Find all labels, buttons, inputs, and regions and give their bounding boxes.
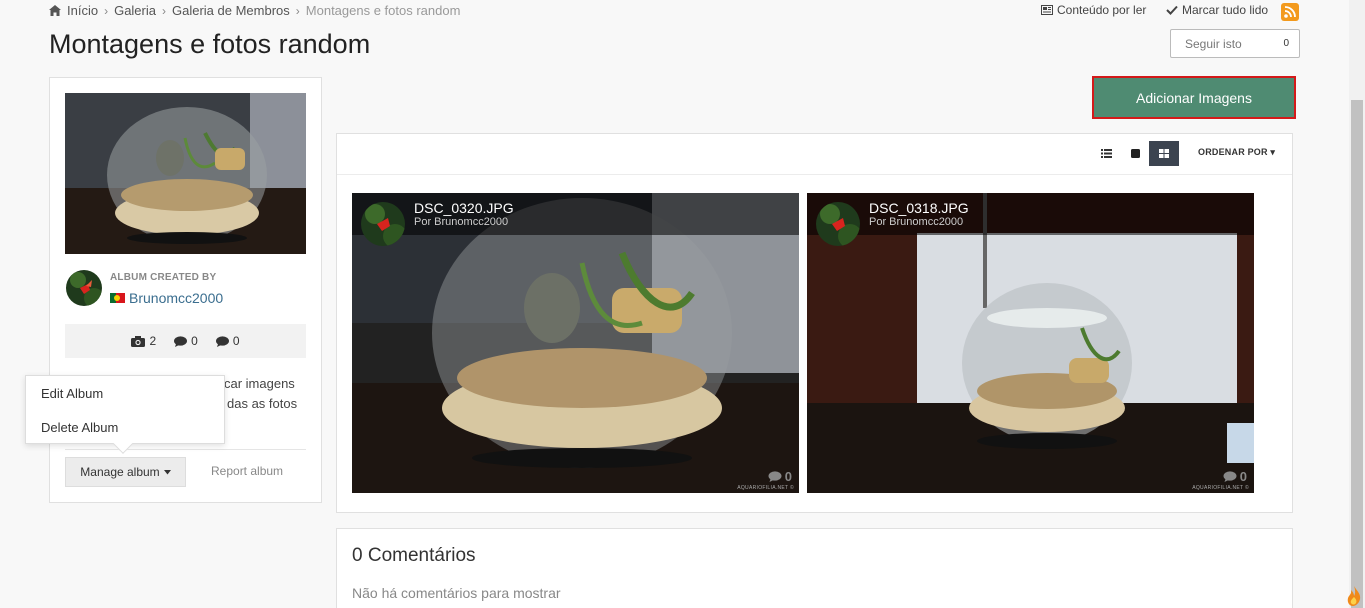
photo-watermark: AQUARIOFILIA.NET © bbox=[737, 485, 794, 491]
flame-icon bbox=[1347, 586, 1361, 606]
breadcrumb-item-home[interactable]: Início bbox=[67, 3, 98, 18]
author-avatar[interactable] bbox=[816, 202, 860, 246]
menu-item-delete-album[interactable]: Delete Album bbox=[41, 420, 118, 435]
photo-author[interactable]: Por Brunomcc2000 bbox=[869, 216, 963, 228]
caret-down-icon: ▾ bbox=[1270, 147, 1276, 157]
follow-label: Seguir isto bbox=[1185, 36, 1242, 51]
created-by-label: ALBUM CREATED BY bbox=[110, 272, 217, 283]
creator-avatar[interactable] bbox=[66, 270, 102, 306]
unread-content-link[interactable]: Conteúdo por ler bbox=[1041, 3, 1146, 17]
creator-link[interactable]: Brunomcc2000 bbox=[110, 290, 223, 306]
photo-comments: 0 bbox=[768, 469, 792, 484]
photo-title[interactable]: DSC_0318.JPG bbox=[869, 200, 969, 216]
comments-empty-message: Não há comentários para mostrar bbox=[352, 585, 561, 601]
caret-down-icon bbox=[163, 469, 171, 474]
sort-button[interactable]: ORDENAR POR ▾ bbox=[1198, 147, 1275, 158]
unread-content-label: Conteúdo por ler bbox=[1057, 3, 1147, 17]
photo-comments: 0 bbox=[1223, 469, 1247, 484]
reviews-stat: 0 bbox=[215, 334, 240, 348]
chevron-right-icon: › bbox=[104, 3, 109, 18]
manage-album-label: Manage album bbox=[80, 465, 160, 479]
comments-title: 0 Comentários bbox=[352, 545, 476, 566]
page-title: Montagens e fotos random bbox=[49, 29, 371, 59]
photo-comment-count: 0 bbox=[784, 469, 792, 484]
album-stats: 2 0 0 bbox=[65, 324, 306, 358]
breadcrumb-item-gallery[interactable]: Galeria bbox=[114, 3, 156, 18]
manage-album-menu: Edit Album Delete Album bbox=[25, 375, 225, 454]
comment-icon bbox=[215, 335, 229, 347]
camera-icon bbox=[131, 335, 146, 347]
add-images-button[interactable]: Adicionar Imagens bbox=[1092, 76, 1296, 119]
chevron-right-icon: › bbox=[295, 3, 300, 18]
list-view-button[interactable] bbox=[1092, 141, 1120, 166]
photo-image bbox=[807, 193, 1254, 493]
comment-icon bbox=[174, 335, 188, 347]
comments-count: 0 bbox=[191, 334, 198, 348]
sort-label: ORDENAR POR bbox=[1198, 147, 1268, 157]
check-icon bbox=[1166, 5, 1178, 15]
breadcrumb-current: Montagens e fotos random bbox=[305, 3, 461, 18]
manage-album-button[interactable]: Manage album bbox=[65, 457, 186, 487]
comment-icon bbox=[1223, 471, 1237, 482]
divider bbox=[337, 174, 1292, 175]
home-icon bbox=[49, 5, 61, 16]
photo-card[interactable]: DSC_0318.JPG Por Brunomcc2000 0 AQUARIOF… bbox=[807, 193, 1254, 493]
report-album-link[interactable]: Report album bbox=[211, 464, 283, 478]
list-icon bbox=[1100, 149, 1112, 158]
breadcrumb: Início › Galeria › Galeria de Membros › … bbox=[49, 3, 460, 18]
images-count: 2 bbox=[149, 334, 157, 348]
grid-icon bbox=[1159, 149, 1169, 158]
mark-all-read-label: Marcar tudo lido bbox=[1182, 3, 1269, 17]
photo-image bbox=[352, 193, 799, 493]
comments-stat: 0 bbox=[174, 334, 198, 348]
newspaper-icon bbox=[1041, 5, 1053, 15]
comment-icon bbox=[768, 471, 782, 482]
divider bbox=[65, 449, 306, 450]
photo-comment-count: 0 bbox=[1239, 469, 1247, 484]
album-cover-image[interactable] bbox=[65, 93, 306, 254]
photo-watermark: AQUARIOFILIA.NET © bbox=[1192, 485, 1249, 491]
reviews-count: 0 bbox=[232, 334, 240, 348]
author-avatar[interactable] bbox=[361, 202, 405, 246]
scrollbar-thumb[interactable] bbox=[1351, 100, 1363, 608]
chevron-right-icon: › bbox=[162, 3, 166, 18]
single-view-button[interactable] bbox=[1121, 141, 1149, 166]
breadcrumb-item-member-gallery[interactable]: Galeria de Membros bbox=[172, 3, 290, 18]
photo-title[interactable]: DSC_0320.JPG bbox=[414, 200, 514, 216]
follow-button[interactable]: Seguir isto 0 bbox=[1170, 29, 1300, 58]
follow-count: 0 bbox=[1283, 38, 1289, 49]
grid-view-button[interactable] bbox=[1149, 141, 1179, 166]
portugal-flag-icon bbox=[110, 293, 125, 303]
mark-all-read-link[interactable]: Marcar tudo lido bbox=[1166, 3, 1268, 17]
photo-card[interactable]: DSC_0320.JPG Por Brunomcc2000 0 AQUARIOF… bbox=[352, 193, 799, 493]
photo-author[interactable]: Por Brunomcc2000 bbox=[414, 216, 508, 228]
creator-name: Brunomcc2000 bbox=[129, 290, 224, 306]
images-stat: 2 bbox=[131, 334, 156, 348]
square-icon bbox=[1130, 149, 1140, 158]
menu-item-edit-album[interactable]: Edit Album bbox=[41, 386, 103, 401]
rss-icon[interactable] bbox=[1281, 3, 1299, 21]
